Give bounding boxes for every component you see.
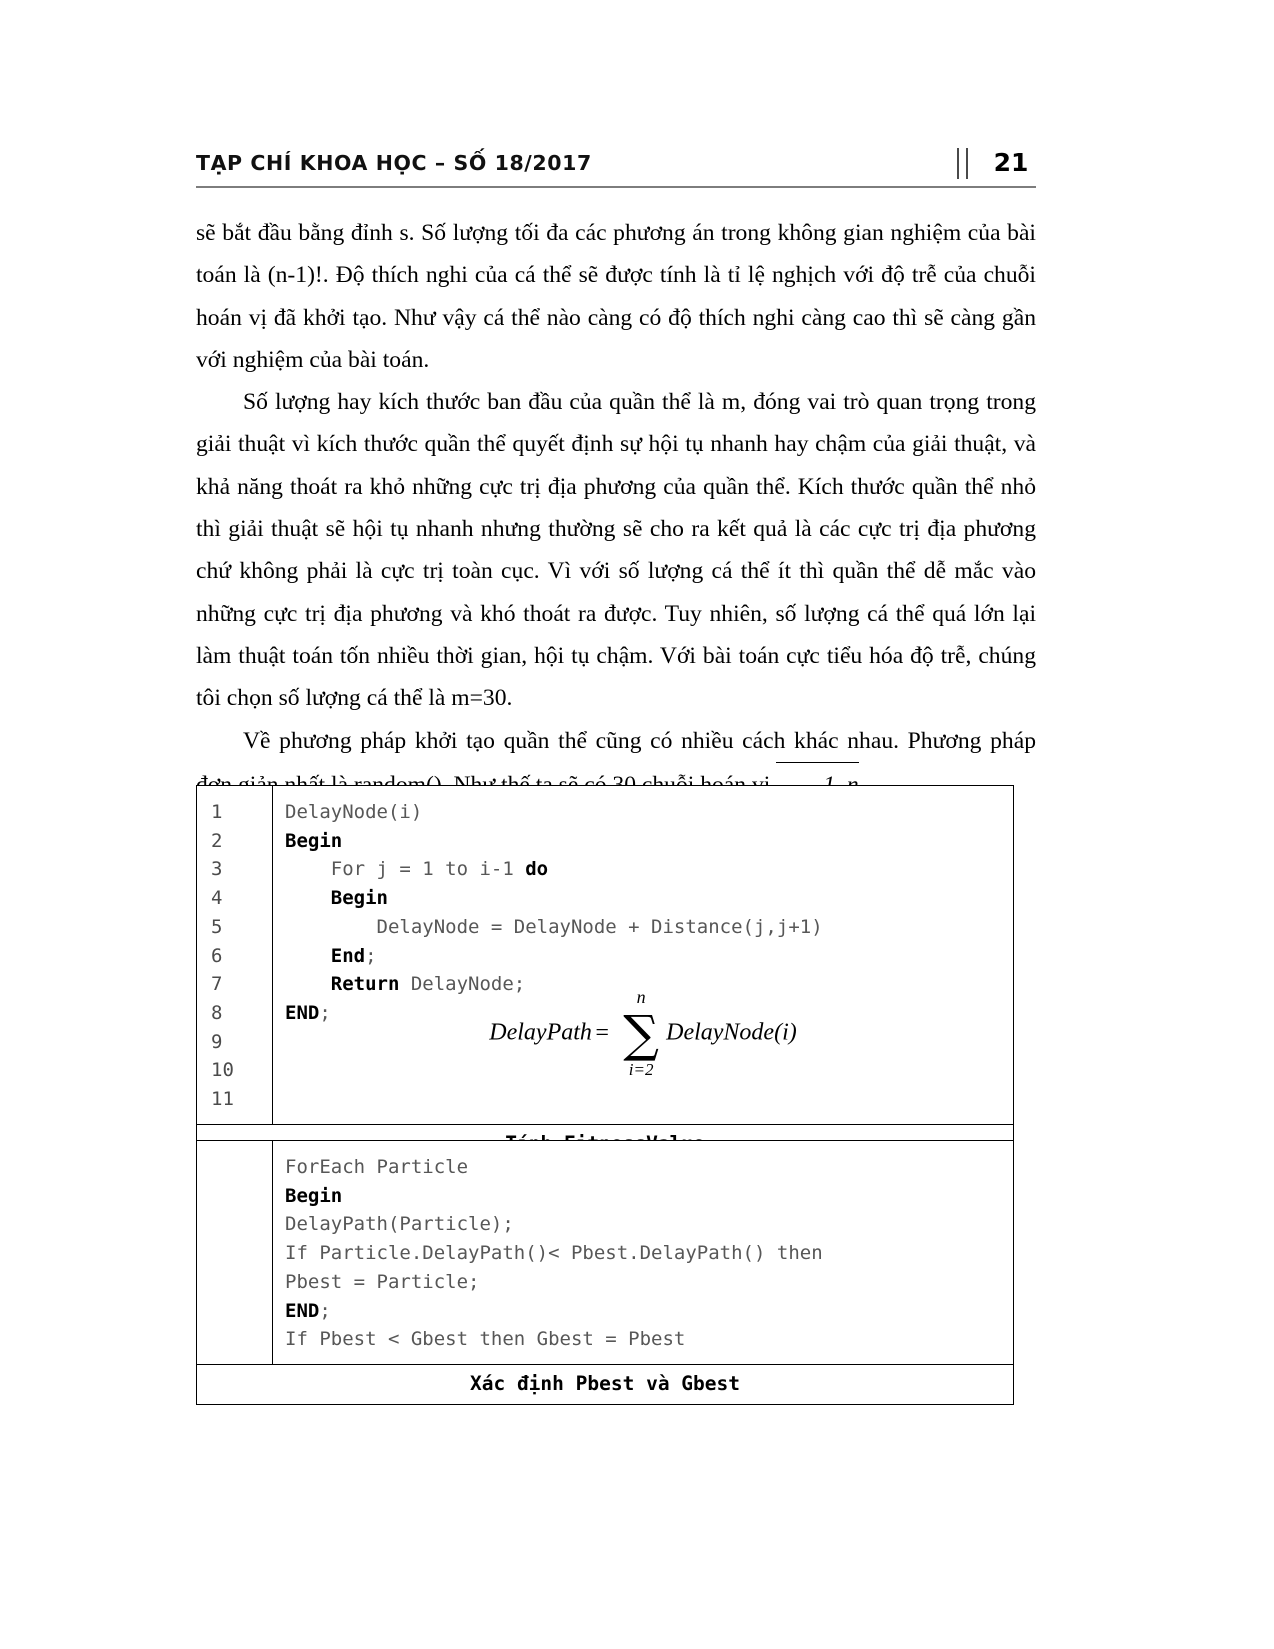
- formula-equals: =: [593, 1019, 611, 1046]
- formula-rhs: DelayNode(i): [666, 1019, 797, 1046]
- code-box-caption: Xác định Pbest và Gbest: [197, 1363, 1013, 1404]
- paragraph-2: Số lượng hay kích thước ban đầu của quần…: [196, 389, 1036, 712]
- sigma-glyph: ∑: [623, 1005, 659, 1063]
- summation-symbol-icon: n ∑ i=2: [620, 988, 662, 1079]
- code-area: ForEach Particle Begin DelayPath(Particl…: [273, 1141, 1013, 1364]
- document-page: TẠP CHÍ KHOA HỌC – SỐ 18/2017 21 sẽ bắt …: [0, 0, 1274, 1649]
- journal-title: TẠP CHÍ KHOA HỌC – SỐ 18/2017: [196, 151, 592, 175]
- summation-lower-limit: i=2: [628, 1060, 654, 1079]
- line-number-gutter: [197, 1141, 273, 1364]
- formula-lhs: DelayPath: [489, 1019, 592, 1046]
- pseudocode-box-pbest-gbest: ForEach Particle Begin DelayPath(Particl…: [196, 1140, 1014, 1405]
- page-header: TẠP CHÍ KHOA HỌC – SỐ 18/2017 21: [196, 148, 1036, 190]
- code-listing: ForEach Particle Begin DelayPath(Particl…: [285, 1156, 823, 1351]
- paragraph-1: sẽ bắt đầu bằng đỉnh s. Số lượng tối đa …: [196, 220, 1036, 373]
- line-number-gutter: 1 2 3 4 5 6 7 8 9 10 11: [197, 786, 273, 1124]
- pseudocode-box-fitnessvalue: 1 2 3 4 5 6 7 8 9 10 11 DelayNode(i) Beg…: [196, 785, 1014, 1165]
- code-row: ForEach Particle Begin DelayPath(Particl…: [197, 1141, 1013, 1364]
- header-separator-bars-icon: [957, 148, 968, 179]
- delaypath-formula: DelayPath= n ∑ i=2 DelayNode(i): [273, 988, 1013, 1079]
- summation-upper-limit: n: [636, 987, 646, 1007]
- code-area: DelayNode(i) Begin For j = 1 to i-1 do B…: [273, 786, 1013, 1124]
- header-rule: [196, 186, 1036, 188]
- page-number: 21: [993, 148, 1029, 177]
- code-row: 1 2 3 4 5 6 7 8 9 10 11 DelayNode(i) Beg…: [197, 786, 1013, 1124]
